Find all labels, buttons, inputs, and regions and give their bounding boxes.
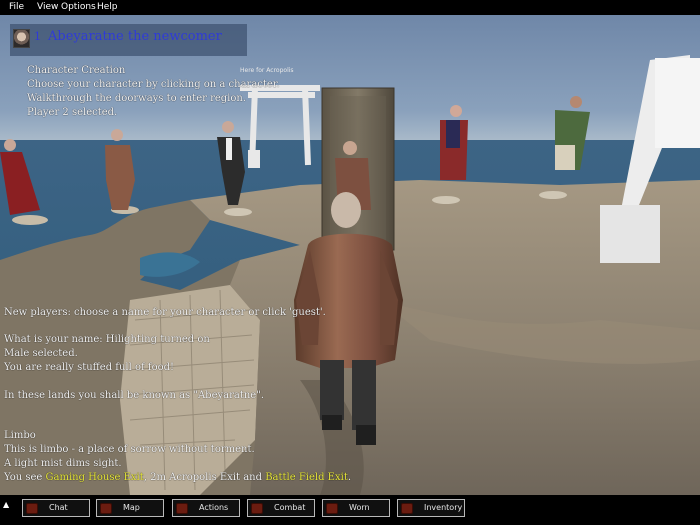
sign-label: Here for Acropolis [240,67,294,74]
worn-icon [326,503,338,514]
exits-middle: , 2m Acropolis Exit and [143,472,266,483]
exit-gaming-house[interactable]: Gaming House Exit [46,472,144,483]
action-bar: ▲ Chat Map Actions Combat Worn Inventory [0,495,700,525]
exit-battle-field[interactable]: Battle Field Exit [265,472,348,483]
map-button[interactable]: Map [96,499,164,517]
intro-line: Walkthrough the doorways to enter region… [27,93,247,104]
menu-view[interactable]: View [37,2,58,12]
chat-line: New players: choose a name for your char… [4,307,326,318]
chat-line: A light mist dims sight. [4,458,122,469]
intro-line: Choose your character by clicking on a c… [27,79,280,90]
player-number: 1 [34,30,41,43]
chat-line: Male selected. [4,348,78,359]
menu-bar: File View Options Help [0,0,700,15]
combat-button[interactable]: Combat [247,499,315,517]
actions-icon [176,503,188,514]
menu-help[interactable]: Help [97,2,118,12]
intro-line: Character Creation [27,65,126,76]
menu-file[interactable]: File [9,2,24,12]
combat-icon [251,503,263,514]
chat-button[interactable]: Chat [22,499,90,517]
chat-line: This is limbo - a place of sorrow withou… [4,444,255,455]
up-arrow-icon[interactable]: ▲ [3,500,9,509]
map-icon [100,503,112,514]
exits-suffix: . [347,472,352,483]
chat-line: You are really stuffed full of food! [4,362,175,373]
worn-button[interactable]: Worn [322,499,390,517]
exits-line: You see Gaming House Exit, 2m Acropolis … [4,471,351,485]
chat-line: In these lands you shall be known as "Ab… [4,390,265,401]
location-title: Limbo [4,430,36,441]
player-banner: 1 Abeyaratne the newcomer [10,24,247,56]
chat-icon [26,503,38,514]
actions-button[interactable]: Actions [172,499,240,517]
inventory-button[interactable]: Inventory [397,499,465,517]
player-name: Abeyaratne the newcomer [48,29,222,44]
menu-options[interactable]: Options [61,2,96,12]
player-portrait-icon [13,29,30,48]
intro-line: Player 2 selected. [27,107,118,118]
game-viewport[interactable]: 1 Abeyaratne the newcomer Here for Acrop… [0,15,700,495]
chat-line: What is your name: Hilighting turned on [4,334,210,345]
exits-prefix: You see [4,472,46,483]
inventory-icon [401,503,413,514]
